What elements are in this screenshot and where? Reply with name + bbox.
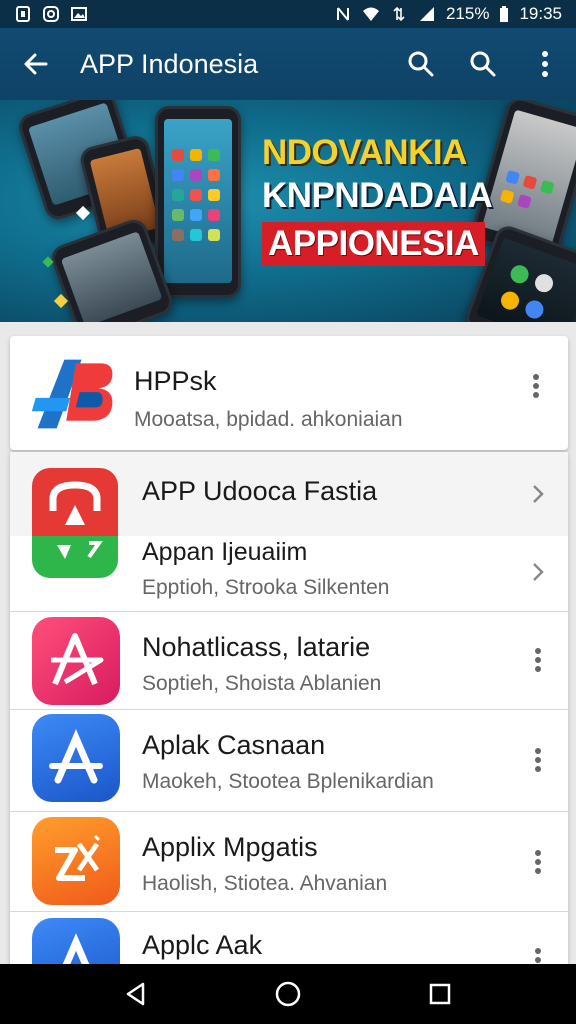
app-name: Applix Mpgatis [142, 832, 318, 862]
chevron-button[interactable] [518, 552, 558, 592]
app-name: APP Udooca Fastia [142, 476, 378, 506]
status-bar: 215% 19:35 [0, 0, 576, 28]
more-button[interactable] [518, 640, 558, 680]
app-icon-green [32, 536, 118, 578]
chevron-button[interactable] [518, 474, 558, 514]
more-vert-icon [542, 51, 548, 77]
list-item[interactable]: Applc Aak [10, 912, 568, 972]
featured-more-button[interactable] [516, 366, 556, 406]
app-subtitle: Soptieh, Shoista Ablanien [142, 672, 382, 695]
list-item[interactable]: Aplak Casnaan Maokeh, Stootea Bplenikard… [10, 710, 568, 812]
nfc-icon [334, 6, 352, 22]
nav-home-button[interactable] [260, 966, 316, 1022]
battery-icon [499, 6, 509, 22]
banner-headline-1: NDOVANKIA [262, 133, 467, 172]
chevron-right-icon [533, 563, 544, 581]
more-vert-icon [533, 374, 539, 398]
app-icon-blue [32, 714, 120, 802]
more-vert-icon [535, 748, 541, 772]
banner-headline-2: KNPNDADAIA [262, 176, 493, 215]
clock: 19:35 [519, 4, 562, 23]
app-subtitle: Epptioh, Strooka Silkenten [142, 576, 390, 599]
nav-recents-button[interactable] [412, 966, 468, 1022]
camera-app-icon [42, 6, 60, 22]
phone-illustration-center [155, 106, 241, 298]
back-button[interactable] [0, 28, 72, 100]
app-name: Applc Aak [142, 930, 263, 960]
featured-app-icon [28, 350, 116, 438]
arrow-back-icon [24, 53, 48, 75]
app-list: APP Udooca Fastia Appan Ijeuaiim Epptioh… [10, 452, 568, 972]
app-icon-pink [32, 617, 120, 705]
list-item[interactable]: APP Udooca Fastia [10, 452, 568, 536]
app-name: Aplak Casnaan [142, 730, 326, 760]
battery-percent: 215% [445, 4, 490, 23]
list-item[interactable]: Appan Ijeuaiim Epptioh, Strooka Silkente… [10, 536, 568, 612]
list-item[interactable]: Nohatlicass, latarie Soptieh, Shoista Ab… [10, 612, 568, 710]
notification-icon [14, 6, 32, 22]
app-bar: APP Indonesia [0, 28, 576, 100]
app-subtitle: Haolish, Stiotea. Ahvanian [142, 872, 388, 895]
status-right-icons: 215% 19:35 [334, 4, 562, 24]
square-recents-icon [429, 983, 451, 1005]
app-icon-orange [32, 817, 120, 905]
more-button[interactable] [518, 740, 558, 780]
overflow-menu-button[interactable] [514, 28, 576, 100]
system-nav-bar [0, 964, 576, 1024]
list-item[interactable]: Applix Mpgatis Haolish, Stiotea. Ahvania… [10, 812, 568, 912]
wifi-icon [362, 6, 380, 22]
nav-back-button[interactable] [108, 966, 164, 1022]
app-subtitle: Maokeh, Stootea Bplenikardian [142, 770, 434, 793]
signal-icon [418, 6, 436, 22]
app-icon-red [32, 468, 118, 536]
image-icon [70, 6, 88, 22]
featured-app-card[interactable]: HPPsk Mooatsa, bpidad. ahkoniaian [10, 336, 568, 450]
search-icon [408, 51, 434, 77]
app-name: Nohatlicass, latarie [142, 632, 371, 662]
more-vert-icon [535, 648, 541, 672]
search-button-secondary[interactable] [452, 28, 514, 100]
search-icon [470, 51, 496, 77]
featured-app-subtitle: Mooatsa, bpidad. ahkoniaian [134, 408, 403, 431]
chevron-right-icon [533, 485, 544, 503]
featured-app-name: HPPsk [134, 366, 217, 396]
banner-headline-3: APPIONESIA [262, 222, 485, 266]
status-left-icons [14, 6, 88, 22]
search-button[interactable] [390, 28, 452, 100]
data-transfer-icon [390, 6, 408, 22]
page-title: APP Indonesia [80, 48, 259, 79]
circle-home-icon [275, 981, 301, 1007]
app-name: Appan Ijeuaiim [142, 538, 308, 566]
promo-banner[interactable]: NDOVANKIA KNPNDADAIA APPIONESIA [0, 100, 576, 322]
more-button[interactable] [518, 842, 558, 882]
more-vert-icon [535, 850, 541, 874]
triangle-back-icon [126, 982, 145, 1006]
